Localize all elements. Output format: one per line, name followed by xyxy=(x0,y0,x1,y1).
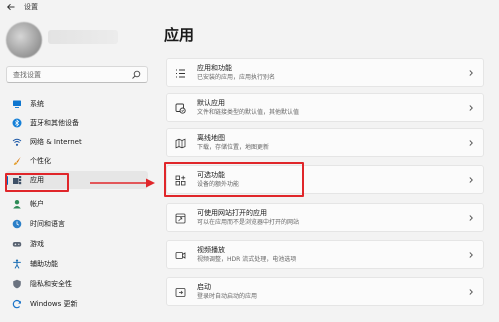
card-subtitle: 下载，存储位置，地图更新 xyxy=(197,144,270,151)
sidebar-item-label: 游戏 xyxy=(30,240,44,248)
sidebar-item-label: 蓝牙和其他设备 xyxy=(30,119,79,127)
card-title: 启动 xyxy=(197,283,211,291)
sidebar-item-label: 系统 xyxy=(30,100,44,108)
chevron-right-icon xyxy=(469,70,473,76)
card-subtitle: 可以在应用而不是浏览器中打开的网站 xyxy=(197,219,300,226)
sidebar-item-gaming[interactable]: 游戏 xyxy=(6,235,148,253)
wifi-icon xyxy=(12,138,22,146)
chevron-right-icon xyxy=(469,140,473,146)
card-apps-for-websites[interactable]: 可使用网站打开的应用 可以在应用而不是浏览器中打开的网站 xyxy=(166,203,484,232)
accessibility-icon xyxy=(13,259,21,269)
sidebar-item-label: 时间和语言 xyxy=(30,220,65,228)
list-icon xyxy=(176,69,185,78)
card-title: 离线地图 xyxy=(197,134,225,142)
sidebar-item-label: 个性化 xyxy=(30,157,51,165)
back-arrow-icon[interactable] xyxy=(6,2,16,12)
card-startup[interactable]: 启动 登录时自动启动的应用 xyxy=(166,277,484,306)
sidebar-item-label: Windows 更新 xyxy=(30,300,78,308)
card-subtitle: 登录时自动启动的应用 xyxy=(197,293,258,300)
avatar xyxy=(6,22,42,58)
user-info-blurred xyxy=(48,30,118,44)
sidebar-item-label: 辅助功能 xyxy=(30,260,58,268)
globe-clock-icon xyxy=(12,219,22,229)
sidebar-item-time-language[interactable]: 时间和语言 xyxy=(6,215,148,233)
card-video-playback[interactable]: 视频播放 视频调整，HDR 流式处理，电池选项 xyxy=(166,240,484,269)
startup-icon xyxy=(175,288,186,297)
sidebar-item-system[interactable]: 系统 xyxy=(6,95,148,113)
card-subtitle: 已安装的应用，应用执行别名 xyxy=(197,74,276,81)
card-offline-maps[interactable]: 离线地图 下载，存储位置，地图更新 xyxy=(166,128,484,157)
shield-icon xyxy=(13,279,21,289)
web-app-icon xyxy=(175,213,186,224)
sidebar-item-personalization[interactable]: 个性化 xyxy=(6,152,148,170)
sidebar-item-bluetooth[interactable]: 蓝牙和其他设备 xyxy=(6,114,148,132)
card-title: 视频播放 xyxy=(197,246,225,254)
video-icon xyxy=(175,252,186,259)
sidebar-item-label: 隐私和安全性 xyxy=(30,280,72,288)
annotation-box-optional-features xyxy=(164,162,304,197)
sidebar-item-privacy[interactable]: 隐私和安全性 xyxy=(6,275,148,293)
title-bar: 设置 xyxy=(0,0,499,14)
card-title: 默认应用 xyxy=(197,99,225,107)
chevron-right-icon xyxy=(469,215,473,221)
default-apps-icon xyxy=(175,103,186,114)
annotation-box-apps xyxy=(5,173,69,192)
search-box[interactable]: 查找设置 xyxy=(6,66,148,83)
chevron-right-icon xyxy=(469,252,473,258)
bluetooth-icon xyxy=(12,118,22,128)
user-profile[interactable] xyxy=(0,20,150,58)
chevron-right-icon xyxy=(469,105,473,111)
sidebar-item-label: 网络 & Internet xyxy=(30,138,82,146)
card-title: 可使用网站打开的应用 xyxy=(197,209,267,217)
search-icon[interactable] xyxy=(131,70,141,80)
card-title: 应用和功能 xyxy=(197,64,232,72)
sidebar-item-network[interactable]: 网络 & Internet xyxy=(6,133,148,151)
map-icon xyxy=(175,138,186,149)
update-icon xyxy=(12,299,21,309)
page-title: 应用 xyxy=(164,26,195,44)
monitor-icon xyxy=(13,100,21,108)
search-input[interactable]: 查找设置 xyxy=(13,70,41,80)
annotation-arrow-icon xyxy=(90,178,155,188)
chevron-right-icon xyxy=(469,289,473,295)
card-subtitle: 文件和链接类型的默认值，其他默认值 xyxy=(197,109,300,116)
chevron-right-icon xyxy=(469,177,473,183)
sidebar-item-accessibility[interactable]: 辅助功能 xyxy=(6,255,148,273)
sidebar-item-accounts[interactable]: 帐户 xyxy=(6,195,148,213)
gamepad-icon xyxy=(12,242,22,247)
brush-icon xyxy=(13,157,21,165)
card-subtitle: 视频调整，HDR 流式处理，电池选项 xyxy=(197,256,297,263)
sidebar-item-windows-update[interactable]: Windows 更新 xyxy=(6,295,148,313)
card-apps-features[interactable]: 应用和功能 已安装的应用，应用执行别名 xyxy=(166,58,484,87)
person-icon xyxy=(13,200,21,209)
card-default-apps[interactable]: 默认应用 文件和链接类型的默认值，其他默认值 xyxy=(166,93,484,122)
sidebar-item-label: 帐户 xyxy=(30,200,44,208)
window-title: 设置 xyxy=(24,3,38,11)
